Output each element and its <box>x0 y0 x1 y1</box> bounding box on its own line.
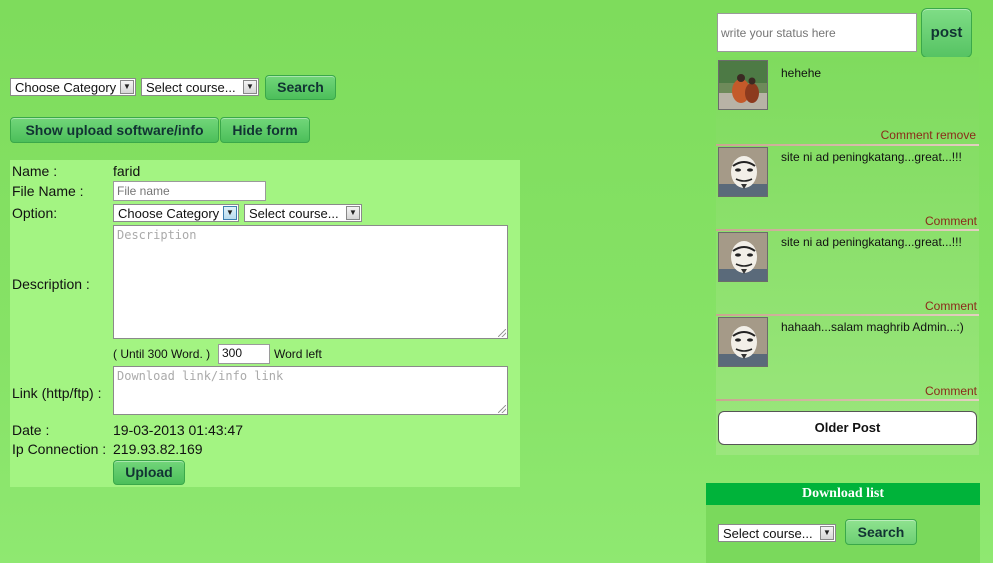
link-placeholder: Download link/info link <box>117 369 284 383</box>
option-course-select[interactable]: Select course... ▼ <box>244 204 362 222</box>
date-value: 19-03-2013 01:43:47 <box>113 422 243 438</box>
course-select[interactable]: Select course... ▼ <box>141 78 259 96</box>
file-name-input[interactable] <box>113 181 266 201</box>
chevron-down-icon: ▼ <box>120 80 134 94</box>
upload-button[interactable]: Upload <box>113 460 185 485</box>
date-label: Date : <box>12 422 50 438</box>
status-feed: hehehe Comment remove site ni ad peningk… <box>716 57 979 455</box>
chevron-down-icon: ▼ <box>243 80 257 94</box>
post-text: site ni ad peningkatang...great...!!! <box>781 235 962 249</box>
divider <box>716 229 979 231</box>
name-label: Name : <box>12 163 58 179</box>
link-textarea[interactable]: Download link/info link <box>113 366 508 415</box>
post-text: hahaah...salam maghrib Admin...:) <box>781 320 964 334</box>
description-placeholder: Description <box>117 228 197 242</box>
option-course-value: Select course... <box>249 206 339 221</box>
show-upload-button[interactable]: Show upload software/info <box>10 117 219 143</box>
chevron-down-icon: ▼ <box>223 206 237 220</box>
ip-label: Ip Connection : <box>12 441 107 457</box>
download-list-panel: Download list Select course... ▼ Search <box>706 483 980 563</box>
post-button[interactable]: post <box>921 8 972 58</box>
name-value: farid <box>113 163 141 179</box>
post-text: site ni ad peningkatang...great...!!! <box>781 150 962 164</box>
chevron-down-icon: ▼ <box>820 526 834 540</box>
hide-form-button[interactable]: Hide form <box>220 117 310 143</box>
download-course-select[interactable]: Select course... ▼ <box>718 524 836 542</box>
option-label: Option: <box>12 205 58 221</box>
word-count-input[interactable]: 300 <box>218 344 270 364</box>
divider <box>716 314 979 316</box>
course-select-value: Select course... <box>146 80 236 95</box>
category-select[interactable]: Choose Category ▼ <box>10 78 136 96</box>
remove-link[interactable]: remove <box>936 128 976 142</box>
older-post-button[interactable]: Older Post <box>718 411 977 445</box>
download-list-title: Download list <box>706 483 980 505</box>
avatar[interactable] <box>718 147 768 197</box>
avatar[interactable] <box>718 60 768 110</box>
option-category-select[interactable]: Choose Category ▼ <box>113 204 239 222</box>
link-label: Link (http/ftp) : <box>12 385 102 401</box>
option-category-value: Choose Category <box>118 206 220 221</box>
divider <box>716 144 979 146</box>
comment-link[interactable]: Comment <box>925 384 977 398</box>
word-left-label: Word left <box>274 347 322 361</box>
post-actions: Comment remove <box>881 128 976 142</box>
resize-grip-icon[interactable] <box>498 329 506 337</box>
comment-link[interactable]: Comment <box>881 128 933 142</box>
download-search-button[interactable]: Search <box>845 519 917 545</box>
word-limit-label: ( Until 300 Word. ) <box>113 347 211 361</box>
file-name-label: File Name : <box>12 183 84 199</box>
description-textarea[interactable]: Description <box>113 225 508 339</box>
status-input[interactable] <box>717 13 917 52</box>
resize-grip-icon[interactable] <box>498 405 506 413</box>
upload-form: Name : farid File Name : Option: Choose … <box>10 160 520 487</box>
avatar[interactable] <box>718 317 768 367</box>
comment-link[interactable]: Comment <box>925 299 977 313</box>
category-select-value: Choose Category <box>15 80 117 95</box>
download-course-value: Select course... <box>723 526 813 541</box>
post-text: hehehe <box>781 66 822 80</box>
ip-value: 219.93.82.169 <box>113 441 203 457</box>
search-button[interactable]: Search <box>265 75 336 100</box>
comment-link[interactable]: Comment <box>925 214 977 228</box>
divider <box>716 399 979 401</box>
description-label: Description : <box>12 276 90 292</box>
chevron-down-icon: ▼ <box>346 206 360 220</box>
avatar[interactable] <box>718 232 768 282</box>
